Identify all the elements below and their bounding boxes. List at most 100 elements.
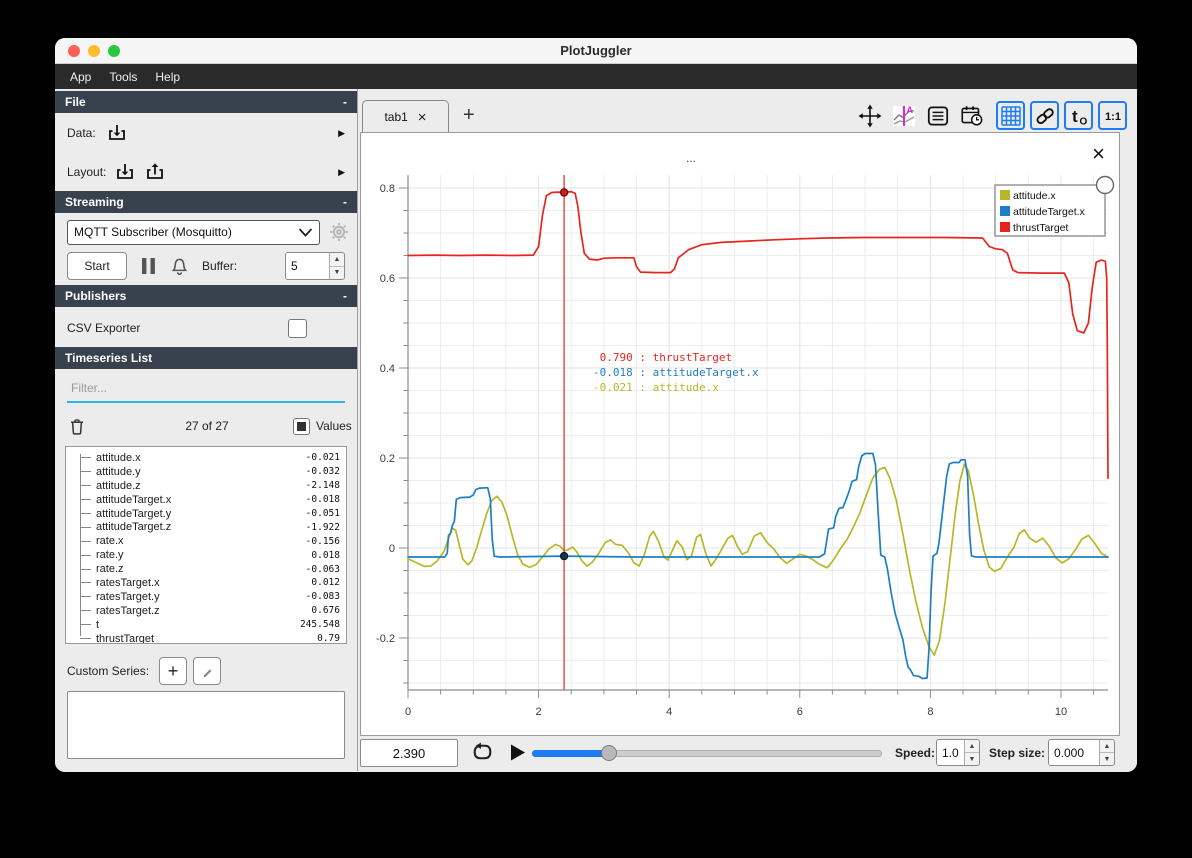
timeseries-name: rate.z (96, 563, 124, 576)
add-tab-button[interactable]: + (457, 103, 481, 128)
add-custom-series-button[interactable]: + (159, 657, 188, 685)
timeseries-row[interactable]: attitudeTarget.y -0.051 (80, 507, 340, 521)
plot-title[interactable]: ... (661, 151, 721, 165)
speed-spinbox[interactable]: ▲▼ (936, 739, 980, 766)
spin-down-icon[interactable]: ▼ (330, 266, 344, 279)
legend-label[interactable]: attitude.x (1013, 190, 1056, 202)
timeseries-row[interactable]: attitude.x -0.021 (80, 451, 340, 465)
save-layout-button[interactable] (144, 161, 166, 183)
menu-tools[interactable]: Tools (100, 70, 146, 84)
svg-text:O: O (1079, 116, 1087, 127)
slider-fill (532, 750, 609, 757)
timeseries-row[interactable]: rate.z -0.063 (80, 562, 340, 576)
start-button[interactable]: Start (67, 252, 127, 280)
plot-pane[interactable]: 0.8 0.6 0.4 0.2 0 -0.2 0 2 4 6 8 10 0.790 : thrustT… (360, 132, 1120, 736)
y-tick-label: 0 (389, 543, 395, 555)
tree-branch (80, 568, 91, 570)
values-checkbox[interactable] (293, 417, 310, 435)
timeseries-value: -0.156 (305, 535, 340, 547)
values-label: Values (316, 419, 352, 433)
collapse-icon[interactable]: - (343, 195, 347, 209)
timeseries-name: attitude.z (96, 479, 141, 492)
filter-input[interactable] (67, 377, 345, 403)
section-header-publishers[interactable]: Publishers - (55, 285, 357, 307)
timeseries-row[interactable]: ratesTarget.z 0.676 (80, 604, 340, 618)
svg-text:A: A (906, 105, 913, 115)
expand-data-arrow[interactable]: ▶ (338, 128, 345, 139)
timeseries-name: attitude.x (96, 451, 141, 464)
legend-handle[interactable] (1095, 175, 1115, 195)
load-layout-button[interactable] (114, 161, 136, 183)
timeseries-row[interactable]: ratesTarget.x 0.012 (80, 576, 340, 590)
step-size-input[interactable] (1049, 740, 1099, 765)
slider-handle[interactable] (601, 745, 617, 761)
link-axes-button[interactable] (1030, 101, 1059, 130)
legend-label[interactable]: thrustTarget (1013, 222, 1069, 234)
titlebar: PlotJuggler (55, 38, 1137, 64)
timeseries-row[interactable]: thrustTarget 0.79 (80, 632, 340, 644)
collapse-icon[interactable]: - (343, 289, 347, 303)
plot-canvas[interactable]: 0.8 0.6 0.4 0.2 0 -0.2 0 2 4 6 8 10 0.790 : thrustT… (361, 133, 1119, 735)
buffer-spinbox[interactable]: ▲▼ (285, 252, 345, 280)
loop-button[interactable] (470, 741, 495, 764)
streaming-source-select[interactable]: MQTT Subscriber (Mosquitto) (67, 219, 320, 245)
spin-up-icon[interactable]: ▲ (330, 253, 344, 267)
timeseries-list: attitude.x -0.021 attitude.y -0.032 attitude… (65, 446, 347, 644)
spin-down-icon[interactable]: ▼ (965, 753, 979, 765)
plot-legend[interactable]: attitude.x attitudeTarget.x thrustTarget (994, 175, 1115, 237)
timeseries-value: -0.083 (305, 591, 340, 603)
timeseries-row[interactable]: attitudeTarget.x -0.018 (80, 493, 340, 507)
collapse-icon[interactable]: - (343, 95, 347, 109)
x-tick-label: 4 (666, 706, 672, 718)
custom-series-list[interactable] (67, 691, 345, 759)
legend-swatch (1000, 190, 1010, 200)
timeseries-value: 0.79 (317, 633, 340, 644)
legend-swatch (1000, 206, 1010, 216)
close-plot-button[interactable]: × (1092, 143, 1105, 165)
section-header-timeseries[interactable]: Timeseries List (55, 347, 357, 369)
pause-button[interactable] (141, 257, 156, 275)
notifications-button[interactable] (169, 256, 190, 277)
section-header-streaming[interactable]: Streaming - (55, 191, 357, 213)
export-icon (147, 163, 164, 179)
close-tab-icon[interactable]: × (418, 110, 427, 125)
menu-help[interactable]: Help (146, 70, 189, 84)
delete-series-button[interactable] (67, 416, 87, 437)
expand-layout-arrow[interactable]: ▶ (338, 167, 345, 178)
timeseries-row[interactable]: ratesTarget.y -0.083 (80, 590, 340, 604)
timeseries-row[interactable]: rate.x -0.156 (80, 534, 340, 548)
timeseries-row[interactable]: attitude.y -0.032 (80, 465, 340, 479)
time-offset-button[interactable]: tO (1064, 101, 1093, 130)
current-time-input[interactable] (360, 739, 458, 767)
legend-label[interactable]: attitudeTarget.x (1013, 206, 1086, 218)
menu-app[interactable]: App (61, 70, 100, 84)
legend-list-button[interactable] (923, 101, 952, 130)
timeseries-row[interactable]: t 245.548 (80, 618, 340, 632)
grid-view-button[interactable] (996, 101, 1025, 130)
tracker-icon: A (892, 105, 915, 126)
streaming-settings-button[interactable] (329, 222, 349, 242)
spin-up-icon[interactable]: ▲ (965, 740, 979, 753)
load-data-button[interactable] (106, 122, 128, 144)
buffer-input[interactable] (286, 253, 329, 279)
step-size-spinbox[interactable]: ▲▼ (1048, 739, 1115, 766)
spin-down-icon[interactable]: ▼ (1100, 753, 1114, 765)
section-header-file[interactable]: File - (55, 91, 357, 113)
csv-exporter-checkbox[interactable] (288, 318, 307, 338)
loop-icon (473, 742, 492, 760)
timeseries-row[interactable]: attitudeTarget.z -1.922 (80, 520, 340, 534)
timeseries-row[interactable]: attitude.z -2.148 (80, 479, 340, 493)
datetime-scale-button[interactable] (957, 101, 986, 130)
time-slider[interactable] (532, 739, 882, 767)
timeseries-value: -0.021 (305, 452, 340, 464)
spin-up-icon[interactable]: ▲ (1100, 740, 1114, 753)
edit-custom-series-button[interactable] (193, 657, 222, 685)
ratio-1-1-button[interactable]: 1:1 (1098, 101, 1127, 130)
tracker-style-button[interactable]: A (889, 101, 918, 130)
timeseries-row[interactable]: rate.y 0.018 (80, 548, 340, 562)
pan-zoom-button[interactable] (855, 101, 884, 130)
timeseries-value: 0.676 (311, 605, 340, 617)
tab-tab1[interactable]: tab1 × (362, 100, 449, 133)
speed-input[interactable] (937, 740, 964, 765)
play-button[interactable] (506, 741, 528, 764)
